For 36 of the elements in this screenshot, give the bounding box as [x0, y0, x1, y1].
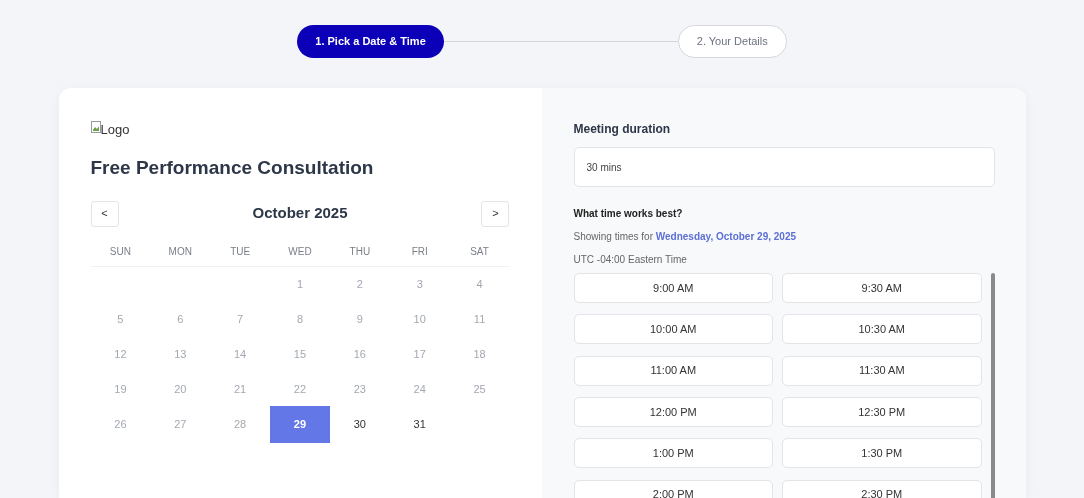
duration-field[interactable]: 30 mins	[573, 147, 995, 187]
weekday-label: FRI	[410, 244, 429, 259]
weekday-label: TUE	[229, 244, 252, 259]
time-slot[interactable]: 2:30 PM	[782, 479, 982, 498]
calendar-day[interactable]: 29	[270, 406, 330, 443]
time-slot[interactable]: 12:00 PM	[573, 397, 773, 427]
page-title: Free Performance Consultation	[90, 156, 375, 180]
step-tab[interactable]: 1. Pick a Date & Time	[297, 25, 444, 58]
weekday-label: SAT	[469, 244, 490, 259]
section-heading: What time works best?	[573, 207, 684, 221]
weekday-label: SUN	[108, 244, 132, 259]
date-info-text: Showing times for Wednesday, October 29, 2025	[573, 230, 797, 244]
time-slot[interactable]: 9:00 AM	[573, 273, 773, 303]
month-title: October 2025	[252, 203, 348, 224]
timezone-text: UTC -04:00 Eastern Time	[573, 253, 688, 267]
calendar-day[interactable]: 31	[399, 409, 440, 440]
time-slot[interactable]: 11:00 AM	[573, 355, 773, 386]
time-slot[interactable]: 12:30 PM	[782, 397, 982, 427]
time-slot[interactable]: 2:00 PM	[573, 479, 773, 498]
time-slot[interactable]: 10:30 AM	[782, 314, 982, 345]
weekday-label: MON	[167, 244, 193, 259]
time-slot[interactable]: 1:00 PM	[573, 438, 773, 469]
time-slot[interactable]: 9:30 AM	[782, 273, 982, 303]
weekday-label: THU	[348, 244, 372, 259]
prev-month-button[interactable]: <	[90, 200, 119, 227]
logo-alt-text: Logo	[100, 121, 130, 140]
time-slot[interactable]: 1:30 PM	[782, 438, 982, 469]
scrollbar-thumb[interactable]	[990, 273, 995, 498]
time-slot[interactable]: 10:00 AM	[573, 314, 773, 345]
broken-image-icon	[90, 121, 101, 133]
next-month-button[interactable]: >	[481, 200, 510, 227]
step-tab[interactable]: 2. Your Details	[677, 25, 787, 58]
calendar-day[interactable]: 30	[339, 409, 380, 440]
time-slot[interactable]: 11:30 AM	[782, 355, 982, 386]
weekday-label: WED	[287, 244, 313, 259]
field-label: Meeting duration	[573, 121, 672, 138]
